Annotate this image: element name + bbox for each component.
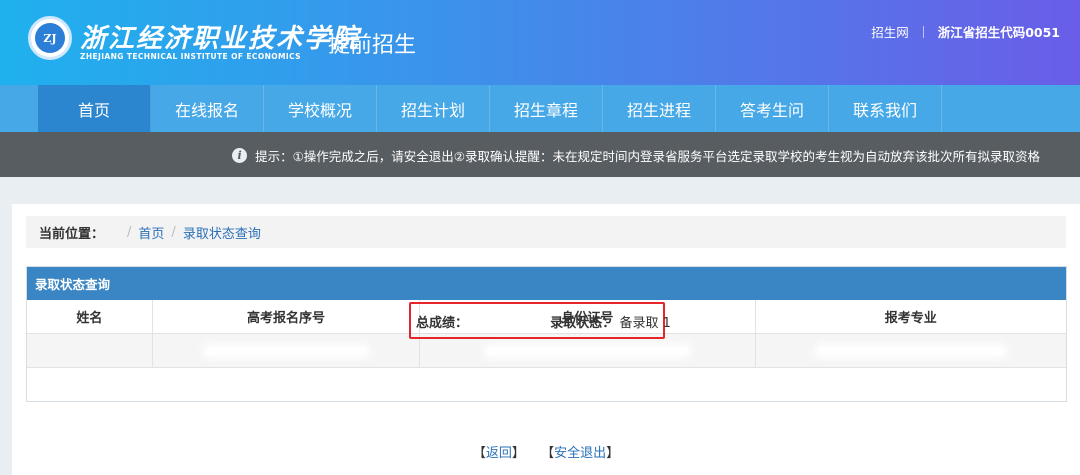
info-icon: i [232, 148, 248, 163]
breadcrumb-home[interactable]: 首页 [138, 223, 164, 242]
column-header-major: 报考专业 [884, 311, 937, 326]
school-logo-emblem: ZJ [35, 23, 65, 53]
breadcrumb-separator: / [127, 224, 132, 240]
link-divider [922, 25, 924, 38]
column-header-name: 姓名 [27, 300, 153, 333]
breadcrumb-current[interactable]: 录取状态查询 [183, 223, 261, 242]
logout-link[interactable]: 安全退出 [554, 446, 606, 461]
redacted-value [817, 346, 1004, 355]
admission-status-value: 备录取 1 [619, 316, 671, 331]
breadcrumb-label: 当前位置： [39, 226, 105, 242]
top-links: 招生网 浙江省招生代码0051 [871, 22, 1060, 41]
breadcrumb: 当前位置： / 首页 / 录取状态查询 [26, 216, 1066, 248]
nav-item-school-overview[interactable]: 学校概况 [264, 85, 377, 132]
cell-major [756, 334, 1066, 367]
admission-site-link[interactable]: 招生网 [871, 22, 909, 41]
nav-item-enrollment-plan[interactable]: 招生计划 [377, 85, 490, 132]
main-nav: 首页 在线报名 学校概况 招生计划 招生章程 招生进程 答考生问 联系我们 [0, 85, 1080, 132]
nav-item-online-apply[interactable]: 在线报名 [151, 85, 264, 132]
panel-title: 录取状态查询 [27, 267, 1066, 300]
redacted-value [206, 346, 366, 355]
action-links: 【返回】 【安全退出】 [12, 442, 1080, 461]
table-total-row [27, 368, 1066, 401]
school-name-en: ZHEJIANG TECHNICAL INSTITUTE OF ECONOMIC… [80, 52, 301, 61]
nav-item-contact[interactable]: 联系我们 [829, 85, 942, 132]
back-button[interactable]: 【返回】 [473, 446, 525, 461]
site-subtitle: 提前招生 [328, 33, 417, 58]
notice-text: 提示：①操作完成之后，请安全退出②录取确认提醒：未在规定时间内登录省服务平台选定… [255, 149, 1040, 164]
school-logo[interactable]: ZJ [28, 16, 72, 60]
column-header-exam-number: 高考报名序号 [153, 300, 421, 333]
table-row [27, 334, 1066, 368]
nav-item-home[interactable]: 首页 [38, 85, 151, 132]
nav-item-faq[interactable]: 答考生问 [716, 85, 829, 132]
breadcrumb-separator: / [171, 224, 176, 240]
total-score-label: 总成绩： [416, 316, 469, 331]
header-banner: ZJ 浙江经济职业技术学院 提前招生 ZHEJIANG TECHNICAL IN… [0, 0, 1080, 85]
cell-exam-number [153, 334, 421, 367]
total-score-line: 总成绩： 录取状态： 备录取 1 [416, 312, 671, 331]
admission-status-label: 录取状态： [550, 316, 616, 331]
cell-name [27, 334, 153, 367]
main-content: 当前位置： / 首页 / 录取状态查询 录取状态查询 姓名 高考报名序号 身份证… [12, 204, 1080, 475]
nav-item-enrollment-rules[interactable]: 招生章程 [490, 85, 603, 132]
back-link[interactable]: 返回 [486, 446, 512, 461]
notice-bar: i 提示：①操作完成之后，请安全退出②录取确认提醒：未在规定时间内登录省服务平台… [0, 132, 1080, 177]
admission-code: 浙江省招生代码0051 [937, 25, 1060, 40]
redacted-value [487, 346, 688, 355]
nav-item-enrollment-progress[interactable]: 招生进程 [603, 85, 716, 132]
school-name: 浙江经济职业技术学院 [80, 24, 361, 54]
logout-button[interactable]: 【安全退出】 [541, 446, 619, 461]
